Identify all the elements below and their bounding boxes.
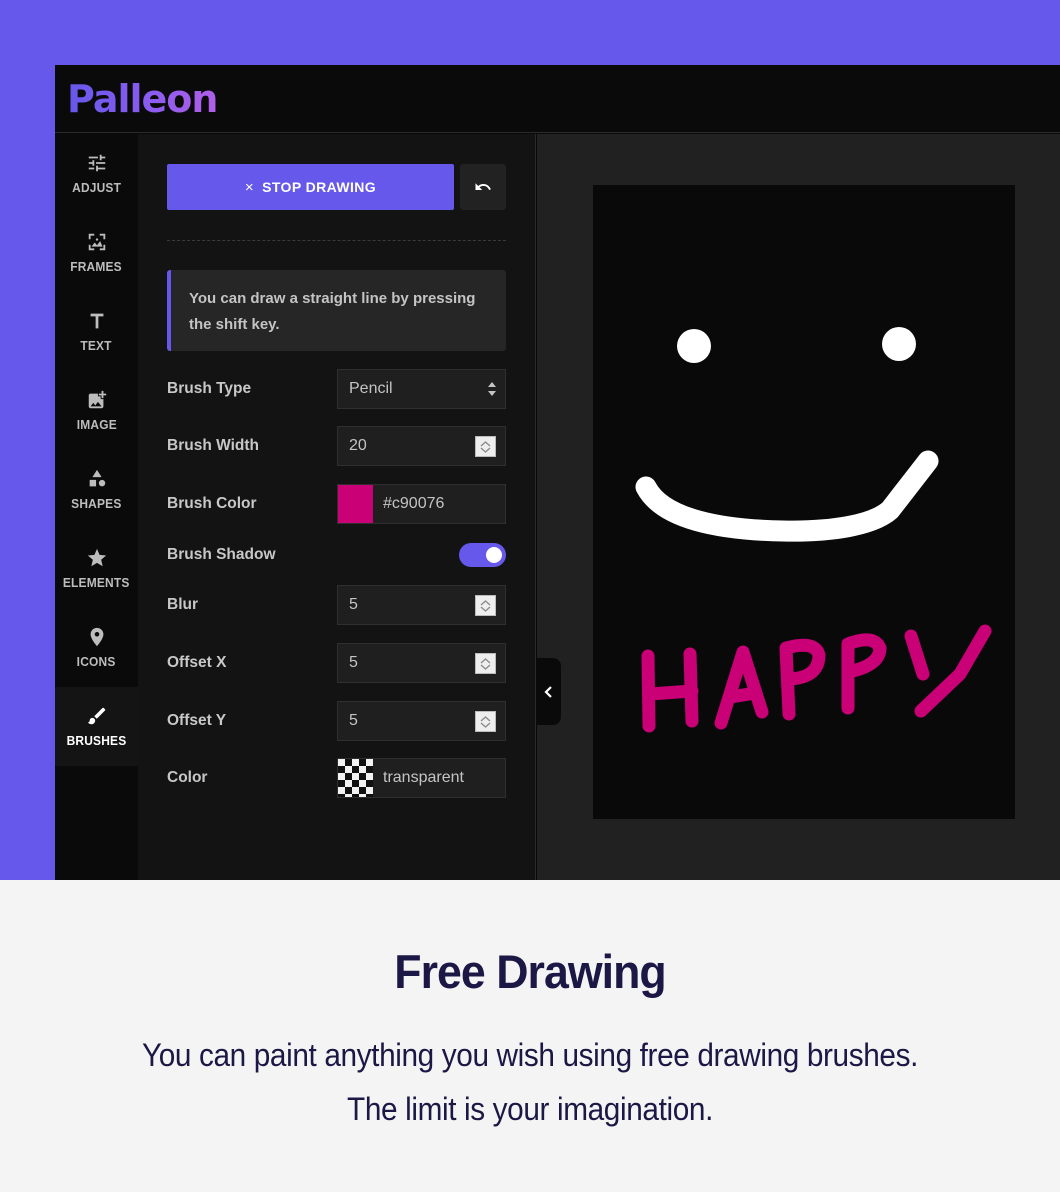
toggle-knob: [486, 547, 502, 563]
sidebar-item-label: SHAPES: [71, 496, 122, 511]
offset-x-value: 5: [349, 654, 358, 671]
sidebar-item-label: ADJUST: [72, 180, 121, 195]
offset-x-row: Offset X 5: [167, 643, 506, 683]
drawing-canvas[interactable]: [593, 185, 1015, 819]
feature-section: Free Drawing You can paint anything you …: [0, 880, 1060, 1192]
sidebar-item-label: BRUSHES: [66, 733, 127, 748]
map-pin-icon: [90, 627, 103, 647]
sidebar-item-label: TEXT: [80, 338, 113, 353]
select-arrows-icon: [488, 382, 496, 396]
sidebar-item-image[interactable]: IMAGE: [55, 371, 138, 450]
blur-row: Blur 5: [167, 585, 506, 625]
close-icon: ×: [244, 178, 255, 196]
letter-a-stroke: [714, 645, 769, 730]
text-icon: [90, 313, 103, 329]
brush-width-value: 20: [349, 437, 367, 454]
brush-type-select[interactable]: Pencil: [337, 369, 506, 409]
brush-type-value: Pencil: [349, 380, 393, 397]
stop-drawing-button[interactable]: × STOP DRAWING: [167, 164, 454, 210]
right-eye-stroke: [882, 327, 916, 361]
sidebar-item-label: FRAMES: [70, 259, 123, 274]
collapse-panel-button[interactable]: [536, 658, 561, 725]
brush-type-row: Brush Type Pencil: [167, 369, 506, 409]
offset-y-label: Offset Y: [167, 712, 227, 729]
sidebar-item-icons[interactable]: ICONS: [55, 608, 138, 687]
brush-type-label: Brush Type: [167, 380, 252, 397]
brush-width-stepper[interactable]: [475, 436, 496, 457]
blur-label: Blur: [167, 596, 198, 613]
brush-icon: [87, 707, 105, 725]
offset-x-label: Offset X: [167, 654, 227, 671]
brush-settings-panel: × STOP DRAWING You can draw a straight l…: [138, 134, 536, 880]
brush-color-label: Brush Color: [167, 495, 257, 512]
add-image-icon: [88, 390, 106, 409]
offset-y-input[interactable]: 5: [337, 701, 506, 741]
sidebar-item-shapes[interactable]: SHAPES: [55, 450, 138, 529]
brush-shadow-row: Brush Shadow: [167, 535, 506, 575]
letter-y-stroke: [904, 624, 992, 718]
shapes-icon: [89, 469, 105, 487]
letter-p1-stroke: [779, 638, 826, 721]
offset-y-stepper[interactable]: [475, 711, 496, 732]
offset-y-row: Offset Y 5: [167, 701, 506, 741]
sidebar-item-frames[interactable]: FRAMES: [55, 213, 138, 292]
offset-y-value: 5: [349, 712, 358, 729]
canvas-stage: [537, 134, 1060, 880]
brush-color-swatch[interactable]: [338, 485, 373, 523]
feature-description-line-1: You can paint anything you wish using fr…: [141, 1037, 919, 1073]
shadow-color-input[interactable]: transparent: [337, 758, 506, 798]
logo: Palleon: [67, 77, 218, 121]
brush-shadow-toggle[interactable]: [459, 543, 506, 567]
letter-h-stroke: [641, 647, 699, 733]
editor-window: Palleon ADJUST FRAMES TEXT IMAGE SHAPES …: [55, 65, 1060, 880]
frame-icon: [88, 233, 105, 251]
left-eye-stroke: [677, 329, 711, 363]
sidebar-item-label: ELEMENTS: [63, 575, 130, 590]
info-notice: You can draw a straight line by pressing…: [167, 270, 506, 351]
shadow-color-row: Color transparent: [167, 758, 506, 798]
sidebar-item-elements[interactable]: ELEMENTS: [55, 529, 138, 608]
sidebar-item-label: IMAGE: [76, 417, 117, 432]
brush-shadow-label: Brush Shadow: [167, 546, 276, 563]
sidebar-item-adjust[interactable]: ADJUST: [55, 134, 138, 213]
blur-value: 5: [349, 596, 358, 613]
brush-width-row: Brush Width 20: [167, 426, 506, 466]
blur-input[interactable]: 5: [337, 585, 506, 625]
shadow-color-label: Color: [167, 769, 208, 786]
brush-color-value: #c90076: [383, 495, 445, 512]
sidebar: ADJUST FRAMES TEXT IMAGE SHAPES ELEMENTS…: [55, 134, 138, 880]
chevron-down-icon: [480, 605, 491, 612]
undo-icon: [475, 183, 491, 190]
feature-title: Free Drawing: [394, 945, 666, 998]
brush-color-row: Brush Color #c90076: [167, 484, 506, 524]
chevron-down-icon: [480, 663, 491, 670]
app-header: Palleon: [55, 65, 1060, 133]
transparent-swatch[interactable]: [338, 759, 373, 797]
happy-text-strokes: [641, 624, 992, 733]
offset-x-stepper[interactable]: [475, 653, 496, 674]
drawing-layer: [635, 327, 992, 733]
star-icon: [87, 548, 106, 567]
letter-p2-stroke: [841, 633, 887, 715]
undo-button[interactable]: [460, 164, 506, 210]
brush-color-input[interactable]: #c90076: [337, 484, 506, 524]
chevron-left-icon: [543, 685, 552, 698]
shadow-color-value: transparent: [383, 769, 464, 786]
brush-width-label: Brush Width: [167, 437, 259, 454]
sliders-icon: [88, 154, 105, 172]
sidebar-item-brushes[interactable]: BRUSHES: [55, 687, 138, 766]
offset-x-input[interactable]: 5: [337, 643, 506, 683]
blur-stepper[interactable]: [475, 595, 496, 616]
chevron-down-icon: [480, 446, 491, 453]
stop-drawing-label: STOP DRAWING: [262, 179, 377, 195]
brush-width-input[interactable]: 20: [337, 426, 506, 466]
feature-description-line-2: The limit is your imagination.: [347, 1091, 713, 1127]
divider: [167, 240, 506, 241]
sidebar-item-text[interactable]: TEXT: [55, 292, 138, 371]
chevron-down-icon: [480, 721, 491, 728]
smile-stroke: [635, 450, 939, 542]
sidebar-item-label: ICONS: [77, 654, 116, 669]
